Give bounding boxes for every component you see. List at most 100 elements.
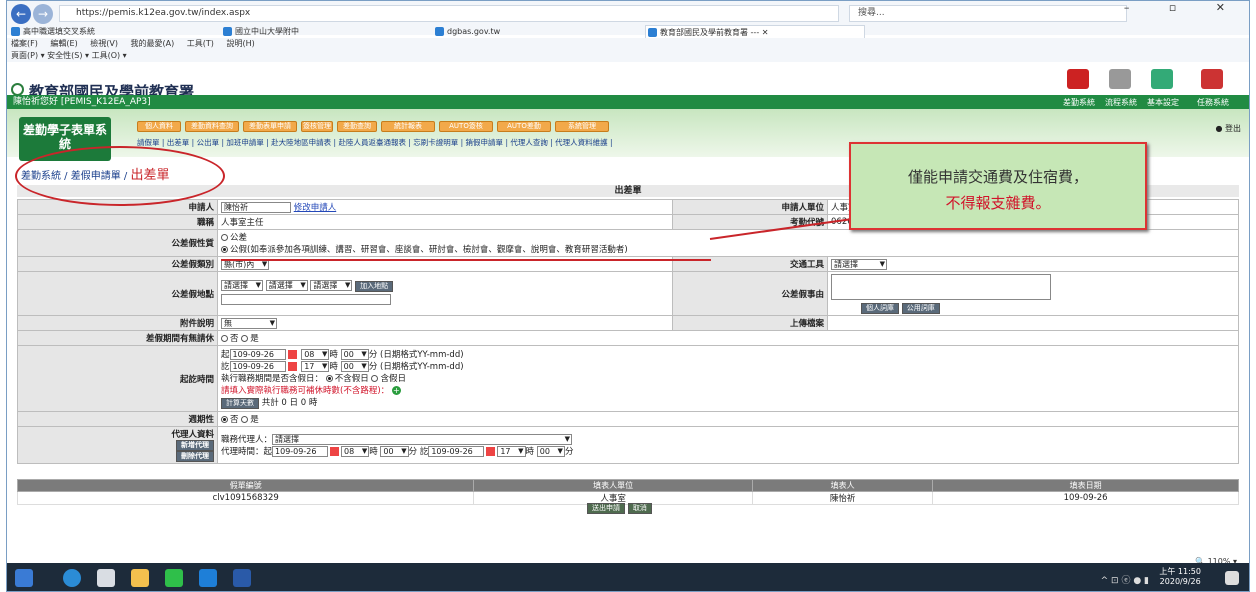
settings-icon[interactable]: [1143, 69, 1181, 89]
applicant-input[interactable]: 陳怡祈: [221, 202, 291, 213]
place-select-1[interactable]: 請選擇: [221, 279, 263, 291]
cancel-button[interactable]: 取消: [627, 503, 652, 514]
end-hour-select[interactable]: 17: [301, 360, 330, 372]
menu-chip-admin[interactable]: 系統管理: [555, 121, 609, 132]
cycle-no-label: 否: [230, 415, 239, 425]
transport-select[interactable]: 請選擇: [831, 258, 887, 270]
start-min-select[interactable]: 00: [340, 348, 369, 360]
job-title-label: 職稱: [17, 214, 218, 230]
address-bar-area: ← → https://pemis.k12ea.gov.tw/index.asp…: [7, 1, 1249, 38]
agent-start-date[interactable]: 109-09-26: [272, 446, 329, 457]
tab-label: 教育部國民及學前教育署 ---: [660, 28, 760, 37]
agent-select[interactable]: 請選擇: [272, 434, 573, 445]
add-agent-button[interactable]: 新增代理: [176, 440, 214, 451]
public-phrases-button[interactable]: 公用詞庫: [901, 302, 940, 314]
attendance-system-icon[interactable]: [1059, 69, 1097, 89]
add-place-button[interactable]: 加入地點: [355, 280, 394, 292]
task-system-icon[interactable]: [1193, 69, 1231, 89]
top-label-workflow[interactable]: 流程系統: [1105, 97, 1137, 109]
holiday-radio-include[interactable]: [371, 374, 379, 382]
add-hours-icon[interactable]: +: [391, 385, 401, 395]
end-min-select[interactable]: 00: [340, 360, 369, 372]
delete-agent-button[interactable]: 刪除代理: [176, 451, 214, 462]
workflow-system-icon[interactable]: [1101, 69, 1139, 89]
logout-link[interactable]: ● 登出: [1215, 123, 1241, 134]
back-icon[interactable]: ←: [11, 4, 31, 24]
menu-chip-report[interactable]: 統計報表: [381, 121, 435, 132]
menu-chip-search[interactable]: 差勤查詢: [337, 121, 377, 132]
url-input[interactable]: https://pemis.k12ea.gov.tw/index.aspx: [59, 5, 839, 22]
reason-label: 公差假事由: [672, 271, 828, 316]
end-date-input[interactable]: 109-09-26: [229, 360, 286, 372]
forward-icon[interactable]: →: [33, 4, 53, 24]
tab-3[interactable]: dgbas.gov.tw: [433, 25, 643, 38]
top-label-settings[interactable]: 基本設定: [1147, 97, 1179, 109]
workday-radio-yes[interactable]: [241, 335, 249, 342]
word-icon[interactable]: [233, 569, 251, 587]
top-label-attendance[interactable]: 差勤系統: [1063, 97, 1095, 109]
clock[interactable]: 上午 11:50 2020/9/26: [1159, 567, 1201, 587]
submenu-links[interactable]: 請假單 | 出差單 | 公出單 | 加班申請單 | 赴大陸地區申請表 | 赴陸人…: [137, 137, 613, 148]
modify-applicant-link[interactable]: 修改申請人: [294, 203, 337, 213]
callout-line-2: 不得報支雜費。: [945, 194, 1051, 212]
browser-window: ← → https://pemis.k12ea.gov.tw/index.asp…: [6, 0, 1250, 592]
reason-textarea[interactable]: [831, 273, 1051, 300]
personal-phrases-button[interactable]: 個人詞庫: [861, 302, 899, 314]
cycle-radio-no[interactable]: [221, 416, 228, 423]
notification-icon[interactable]: [1225, 571, 1239, 585]
calendar-icon[interactable]: [330, 447, 340, 456]
menu-tools[interactable]: 工具(T): [187, 39, 214, 48]
agent-start-min[interactable]: 00: [380, 446, 409, 457]
place-select-3[interactable]: 請選擇: [310, 279, 353, 291]
attach-select[interactable]: 無: [221, 317, 277, 329]
menu-chip-sign[interactable]: 簽核管理: [301, 121, 333, 132]
ie-icon[interactable]: [199, 569, 217, 587]
window-controls[interactable]: – ▫ ✕: [1124, 1, 1243, 14]
start-hour-select[interactable]: 08: [301, 348, 330, 360]
calendar-icon[interactable]: [287, 361, 297, 371]
menu-chip-query[interactable]: 差勤資料查詢: [185, 121, 239, 132]
tab-4-active[interactable]: 教育部國民及學前教育署 --- ✕: [645, 25, 865, 38]
workday-radio-no[interactable]: [221, 335, 228, 342]
calc-days-button[interactable]: 計算天數: [221, 397, 259, 409]
agent-end-date[interactable]: 109-09-26: [428, 446, 485, 457]
cycle-radio-yes[interactable]: [241, 416, 249, 423]
agent-label: 代理人資料: [171, 430, 214, 440]
menu-chip-auto-sign[interactable]: AUTO簽核: [439, 121, 493, 132]
edge-icon[interactable]: [63, 569, 81, 587]
menu-favorites[interactable]: 我的最愛(A): [131, 39, 175, 48]
menu-chip-personal[interactable]: 個人資料: [137, 121, 181, 132]
nature-radio-leave[interactable]: [221, 246, 228, 253]
tab-2[interactable]: 國立中山大學附中: [221, 25, 431, 38]
agent-end-min[interactable]: 00: [536, 446, 565, 457]
start-icon[interactable]: [15, 569, 33, 587]
agent-end-hour[interactable]: 17: [497, 446, 526, 457]
place-text-input[interactable]: [221, 293, 391, 305]
menu-view[interactable]: 檢視(V): [90, 39, 118, 48]
folder-icon[interactable]: [131, 569, 149, 587]
submit-button[interactable]: 送出申請: [587, 503, 625, 514]
user-greeting: 陳怡祈您好 [PEMIS_K12EA_AP3]: [13, 97, 151, 107]
nature-opt1-label: 公差: [230, 233, 248, 243]
search-input[interactable]: 搜尋...: [849, 5, 1127, 22]
store-icon[interactable]: [97, 569, 115, 587]
calendar-icon[interactable]: [287, 349, 297, 359]
holiday-opt2-label: 含假日: [380, 373, 406, 384]
top-label-task[interactable]: 任務系統: [1197, 97, 1229, 109]
menu-chip-auto-attend[interactable]: AUTO差勤: [497, 121, 551, 132]
menu-help[interactable]: 說明(H): [226, 39, 254, 48]
start-date-input[interactable]: 109-09-26: [229, 348, 286, 360]
calendar-icon[interactable]: [486, 447, 496, 456]
menu-edit[interactable]: 編輯(E): [50, 39, 77, 48]
holiday-radio-exclude[interactable]: [325, 374, 333, 382]
system-tray[interactable]: ^ ⊡ ⓔ ● ▮: [1101, 573, 1149, 586]
nature-radio-official[interactable]: [221, 234, 228, 241]
menu-chip-apply[interactable]: 差勤表單申請: [243, 121, 297, 132]
menu-file[interactable]: 檔案(F): [11, 39, 38, 48]
hour-unit: 時: [369, 447, 378, 457]
line-app-icon[interactable]: [165, 569, 183, 587]
tab-1[interactable]: 高中職選填交叉系統: [9, 25, 219, 38]
place-select-2[interactable]: 請選擇: [265, 279, 308, 291]
agent-start-hour[interactable]: 08: [341, 446, 370, 457]
command-bar[interactable]: 頁面(P) ▾ 安全性(S) ▾ 工具(O) ▾: [7, 50, 1249, 62]
